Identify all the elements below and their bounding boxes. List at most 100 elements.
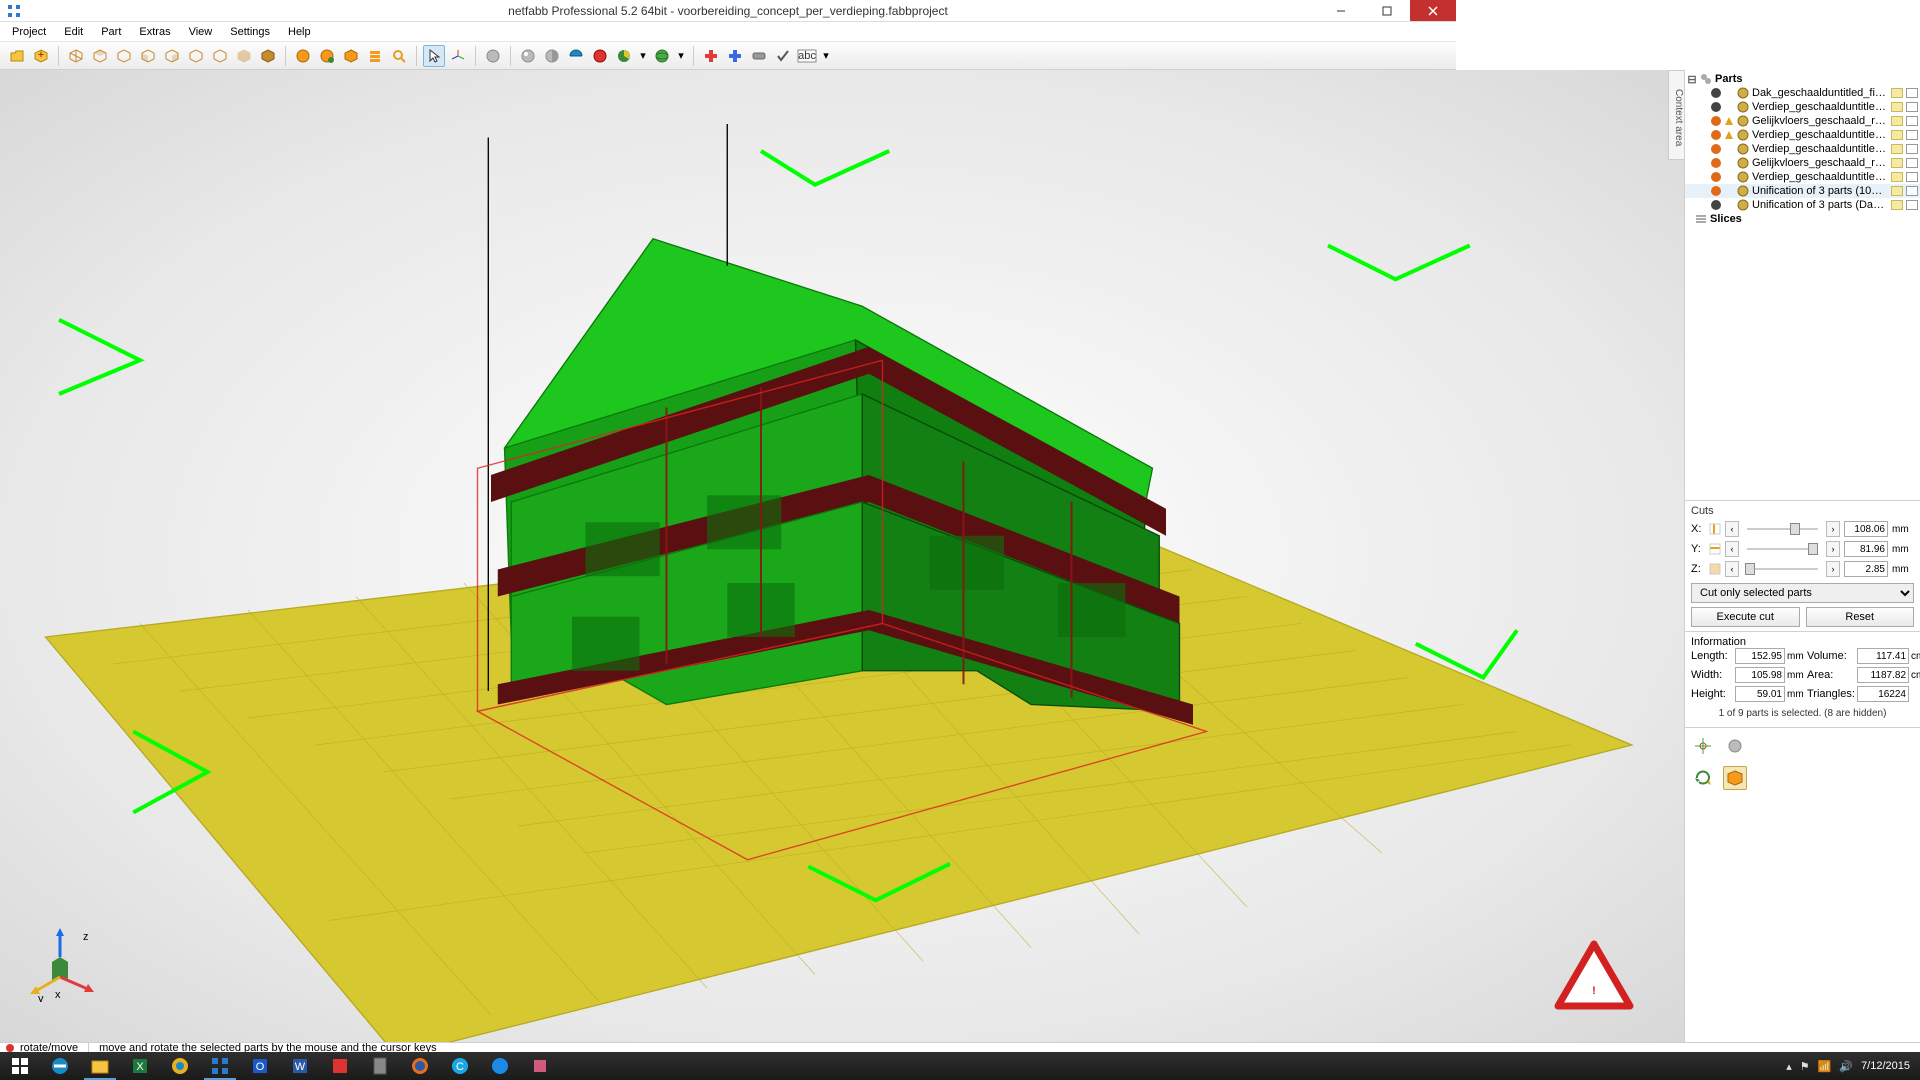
visibility-toggle[interactable] [1906,200,1918,210]
taskbar-app1-icon[interactable] [480,1052,520,1080]
blue-cross-icon[interactable] [724,45,746,67]
layers-icon[interactable] [364,45,386,67]
view-bottom-icon[interactable] [209,45,231,67]
y-decrease-button[interactable]: ‹ [1725,541,1739,557]
tree-root-parts[interactable]: ⊟ Parts [1685,72,1920,86]
sphere-slice-icon[interactable] [565,45,587,67]
zoom-icon[interactable] [388,45,410,67]
view-fit-icon[interactable] [233,45,255,67]
move-center-icon[interactable] [1691,734,1715,758]
globe-dropdown[interactable]: ▾ [675,49,687,62]
tree-item[interactable]: Verdiep_geschaalduntitled_fixed_98% (100… [1685,100,1920,114]
maximize-button[interactable] [1364,0,1410,21]
view-top-icon[interactable] [185,45,207,67]
volume-value[interactable] [1857,648,1909,664]
sphere-shade2-icon[interactable] [541,45,563,67]
y-value-input[interactable] [1844,541,1888,557]
minimize-button[interactable] [1318,0,1364,21]
menu-part[interactable]: Part [93,24,129,40]
tree-item[interactable]: Gelijkvloers_geschaald_repair_3DEditP… [1685,114,1920,128]
tree-item[interactable]: Gelijkvloers_geschaald_repair_3DEditP… [1685,156,1920,170]
check-icon[interactable] [772,45,794,67]
tray-flag-icon[interactable]: ⚑ [1800,1060,1810,1073]
y-increase-button[interactable]: › [1826,541,1840,557]
tree-item[interactable]: Verdiep_geschaalduntitled_fixed_98% … [1685,170,1920,184]
taskbar-calc-icon[interactable] [360,1052,400,1080]
tree-item[interactable]: Verdiep_geschaalduntitled_fixed_98% … [1685,142,1920,156]
context-area-tab[interactable]: Context area [1668,70,1684,160]
cursor-icon[interactable] [423,45,445,67]
z-slider[interactable] [1743,561,1822,577]
taskbar-skype-icon[interactable]: C [440,1052,480,1080]
visibility-toggle[interactable] [1906,130,1918,140]
viewport-3d[interactable]: z x y ! Context area [0,70,1684,1042]
repair-plus-icon[interactable] [700,45,722,67]
tag-icon[interactable] [1891,144,1903,154]
open-icon[interactable] [6,45,28,67]
box-active-icon[interactable] [1723,766,1747,790]
length-value[interactable] [1735,648,1785,664]
x-value-input[interactable] [1844,521,1888,537]
visibility-toggle[interactable] [1906,88,1918,98]
tag-icon[interactable] [1891,186,1903,196]
taskbar-app2-icon[interactable] [520,1052,560,1080]
triangles-value[interactable] [1857,686,1909,702]
visibility-toggle[interactable] [1906,116,1918,126]
tray-up-icon[interactable]: ▴ [1786,1060,1792,1073]
menu-view[interactable]: View [181,24,221,40]
height-value[interactable] [1735,686,1785,702]
taskbar-firefox-icon[interactable] [400,1052,440,1080]
execute-cut-button[interactable]: Execute cut [1691,607,1800,627]
tag-icon[interactable] [1891,200,1903,210]
taskbar-explorer-icon[interactable] [80,1052,120,1080]
tree-item[interactable]: Unification of 3 parts (100%) [1685,184,1920,198]
sphere-shade1-icon[interactable] [517,45,539,67]
tag-icon[interactable] [1891,130,1903,140]
taskbar-pdf-icon[interactable] [320,1052,360,1080]
visibility-toggle[interactable] [1906,144,1918,154]
tag-icon[interactable] [1891,116,1903,126]
tree-item[interactable]: Verdiep_geschaalduntitled_fixed_98% … [1685,128,1920,142]
refresh-warn-icon[interactable] [1691,766,1715,790]
z-increase-button[interactable]: › [1826,561,1840,577]
view-back-icon[interactable] [113,45,135,67]
tag-icon[interactable] [748,45,770,67]
tag-icon[interactable] [1891,172,1903,182]
view-solid-icon[interactable] [257,45,279,67]
reset-cut-button[interactable]: Reset [1806,607,1915,627]
abc-dropdown[interactable]: ▾ [820,49,832,62]
tag-icon[interactable] [1891,102,1903,112]
pie-dropdown[interactable]: ▾ [637,49,649,62]
z-decrease-button[interactable]: ‹ [1725,561,1739,577]
taskbar-chrome-icon[interactable] [160,1052,200,1080]
x-decrease-button[interactable]: ‹ [1725,521,1739,537]
view-right-icon[interactable] [161,45,183,67]
taskbar-netfabb-icon[interactable] [200,1052,240,1080]
tray-volume-icon[interactable]: 🔊 [1839,1060,1853,1073]
y-slider[interactable] [1743,541,1822,557]
visibility-toggle[interactable] [1906,102,1918,112]
view-iso-icon[interactable] [65,45,87,67]
start-button[interactable] [0,1052,40,1080]
expand-icon[interactable]: ⊟ [1687,73,1697,86]
parts-tree[interactable]: ⊟ Parts Dak_geschaalduntitled_fixed_98% … [1685,70,1920,500]
z-value-input[interactable] [1844,561,1888,577]
pie-icon[interactable] [613,45,635,67]
x-slider[interactable] [1743,521,1822,537]
sphere-small-icon[interactable] [1723,734,1747,758]
sphere-orange-icon[interactable] [292,45,314,67]
menu-project[interactable]: Project [4,24,54,40]
taskbar-excel-icon[interactable]: X [120,1052,160,1080]
tree-item[interactable]: Unification of 3 parts (Dak_geschaaldu… [1685,198,1920,212]
globe-icon[interactable] [651,45,673,67]
tray-network-icon[interactable]: 📶 [1818,1060,1832,1073]
view-front-icon[interactable] [89,45,111,67]
menu-settings[interactable]: Settings [222,24,278,40]
visibility-toggle[interactable] [1906,186,1918,196]
tray-date[interactable]: 7/12/2015 [1861,1060,1910,1072]
visibility-toggle[interactable] [1906,172,1918,182]
tag-icon[interactable] [1891,88,1903,98]
x-increase-button[interactable]: › [1826,521,1840,537]
visibility-toggle[interactable] [1906,158,1918,168]
sphere-red-icon[interactable] [589,45,611,67]
